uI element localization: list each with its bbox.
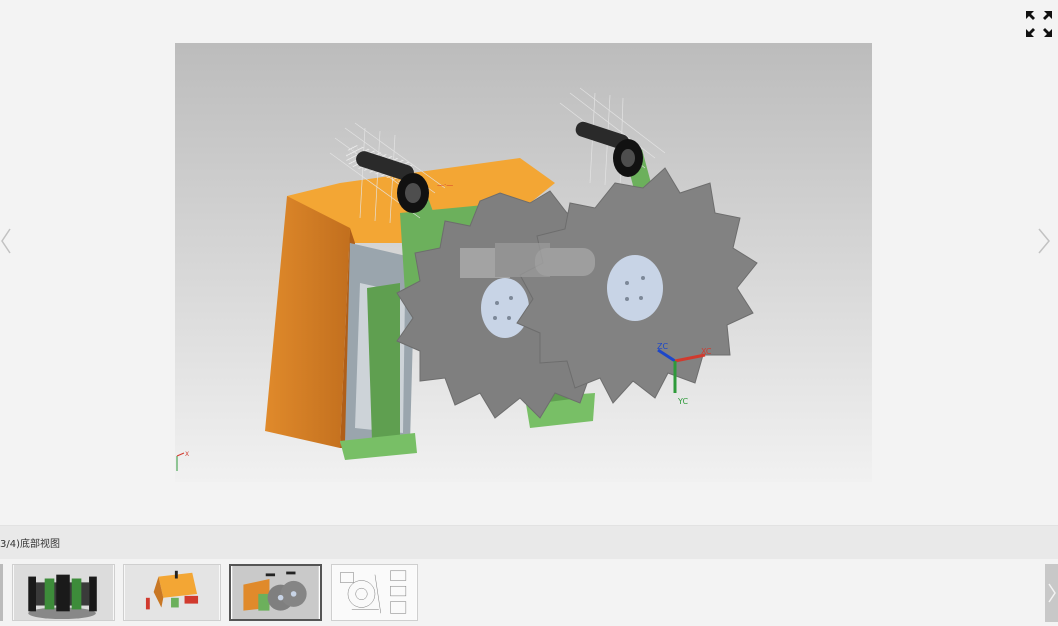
svg-text:X: X	[185, 451, 189, 458]
cad-model-render: —·— ZC XC YC X	[175, 43, 872, 482]
main-model-image: —·— ZC XC YC X	[175, 43, 872, 482]
thumbnail-1[interactable]	[12, 564, 115, 621]
axis-label-zc: ZC	[657, 342, 668, 351]
chevron-right-icon	[1048, 583, 1056, 603]
thumbnail-strip-left-edge	[0, 564, 3, 621]
chevron-left-icon	[1, 228, 11, 254]
thumbnail-4[interactable]	[331, 564, 418, 621]
svg-text:—·—: —·—	[437, 181, 453, 189]
next-image-button[interactable]	[1036, 226, 1052, 256]
thumbnail-3-image	[232, 566, 319, 619]
chevron-right-icon	[1038, 228, 1050, 254]
thumbnail-4-image	[332, 565, 417, 620]
axis-label-xc: XC	[701, 347, 712, 356]
blurred-watermark	[460, 243, 595, 278]
thumbnail-2[interactable]	[123, 564, 221, 621]
thumbnail-strip	[0, 559, 1058, 623]
caption-bar: 3/4)底部视图	[0, 525, 1058, 560]
fullscreen-button[interactable]	[1024, 9, 1054, 39]
thumbnail-2-image	[124, 565, 220, 620]
image-viewer: —·— ZC XC YC X	[0, 0, 1058, 525]
thumbnail-next-button[interactable]	[1045, 564, 1058, 622]
thumbnail-1-image	[13, 565, 114, 620]
image-caption: 3/4)底部视图	[0, 539, 60, 550]
thumbnail-3[interactable]	[229, 564, 322, 621]
previous-image-button[interactable]	[0, 226, 16, 256]
expand-arrows-icon	[1026, 11, 1052, 37]
axis-label-yc: YC	[677, 397, 688, 406]
